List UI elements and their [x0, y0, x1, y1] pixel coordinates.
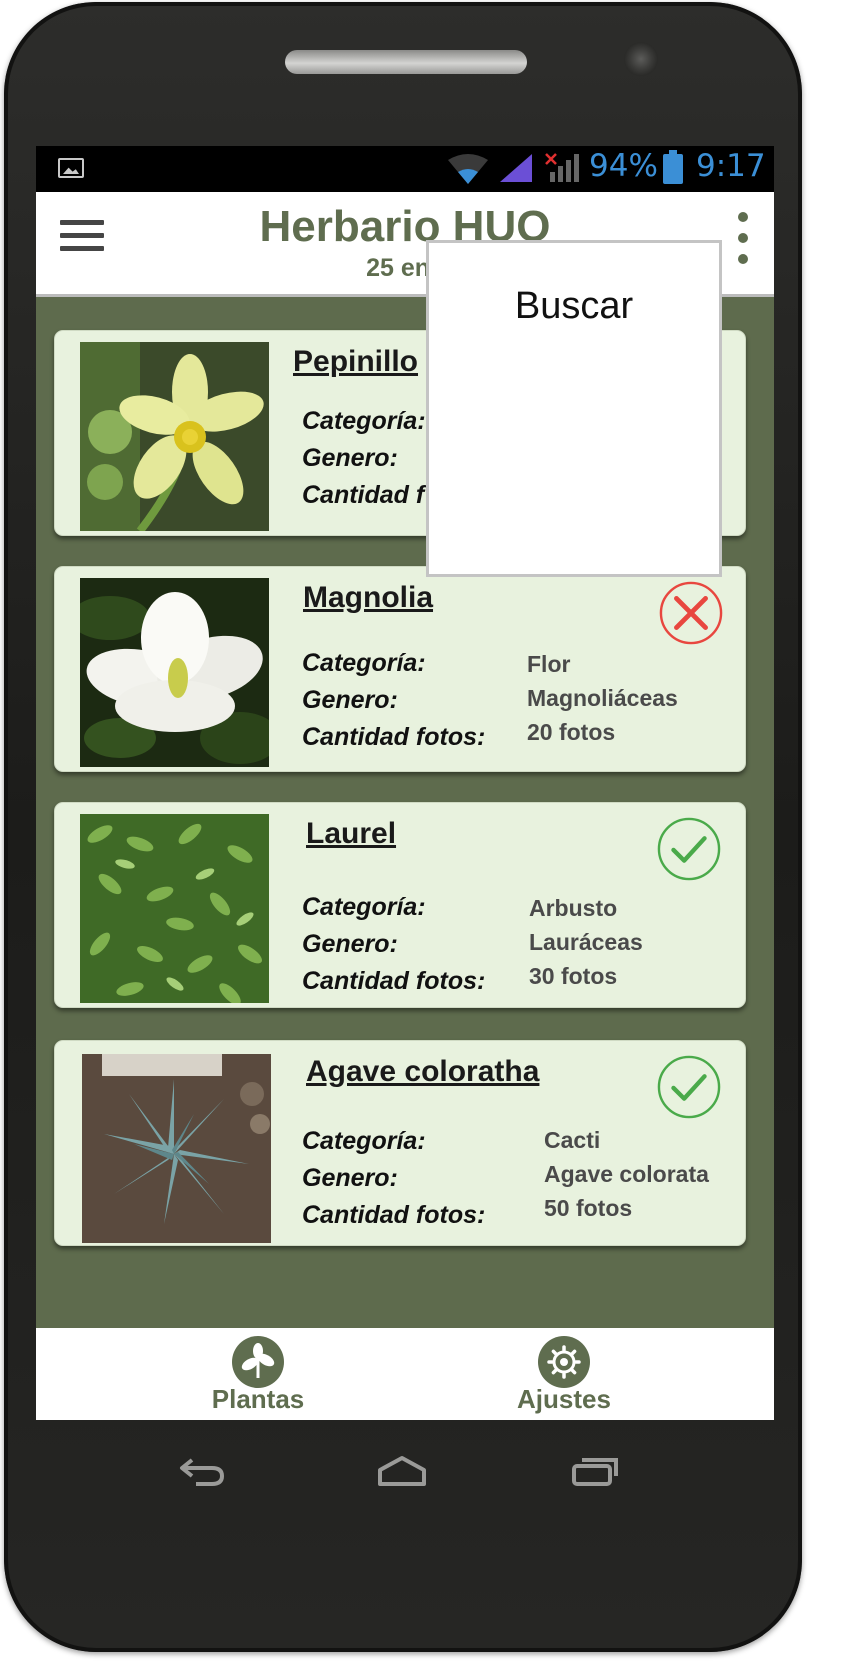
nav-item-plantas[interactable]: Plantas: [178, 1328, 338, 1420]
back-button-icon[interactable]: [178, 1454, 226, 1490]
genus-label: Genero:: [302, 686, 398, 714]
photos-label: Cantidad fotos:: [302, 967, 486, 995]
category-value: Flor: [527, 651, 571, 677]
genus-label: Genero:: [302, 1164, 398, 1192]
category-label: Categoría:: [302, 1127, 426, 1155]
genus-value: Magnoliáceas: [527, 685, 678, 711]
photos-label: Cantidad f: [302, 481, 425, 509]
bottom-navigation: Plantas Ajustes: [36, 1328, 774, 1420]
category-label: Categoría:: [302, 407, 426, 435]
image-notification-icon: [58, 158, 84, 178]
clock: 9:17: [696, 148, 766, 184]
signal-no-service-icon: [545, 153, 579, 182]
genus-label: Genero:: [302, 444, 398, 472]
photos-label: Cantidad fotos:: [302, 723, 486, 751]
recent-apps-icon[interactable]: [570, 1454, 622, 1488]
menu-item-buscar[interactable]: Buscar: [429, 285, 719, 328]
wifi-icon: [448, 154, 488, 184]
photos-value: 50 fotos: [544, 1195, 633, 1221]
genus-value: Lauráceas: [529, 929, 643, 955]
plant-card[interactable]: Magnolia Categoría: Genero: Cantidad fot…: [54, 566, 746, 772]
battery-icon: [663, 150, 683, 184]
plant-photo: [80, 578, 269, 767]
front-camera: [624, 42, 658, 76]
plant-name: Magnolia: [303, 581, 434, 614]
nav-item-ajustes[interactable]: Ajustes: [484, 1328, 644, 1420]
plant-card[interactable]: Agave coloratha Categoría: Genero: Canti…: [54, 1040, 746, 1246]
signal-strength-icon: [500, 154, 532, 182]
x-circle-icon[interactable]: [659, 581, 723, 645]
status-bar: 94% 9:17: [36, 146, 774, 192]
plant-card[interactable]: Laurel Categoría: Genero: Cantidad fotos…: [54, 802, 746, 1008]
genus-label: Genero:: [302, 930, 398, 958]
plant-photo: [82, 1054, 271, 1243]
plant-icon: [232, 1336, 284, 1388]
home-button-icon[interactable]: [374, 1454, 430, 1488]
plant-photo: [80, 342, 269, 531]
photos-value: 30 fotos: [529, 963, 618, 989]
category-label: Categoría:: [302, 649, 426, 677]
plant-photo: [80, 814, 269, 1003]
genus-value: Agave colorata: [544, 1161, 709, 1187]
speaker-grille: [285, 50, 527, 74]
category-label: Categoría:: [302, 893, 426, 921]
plant-name: Pepinillo: [293, 345, 419, 378]
photos-value: 20 fotos: [527, 719, 616, 745]
battery-percent: 94%: [589, 148, 658, 184]
overflow-menu: Buscar: [426, 240, 722, 577]
photos-label: Cantidad fotos:: [302, 1201, 486, 1229]
plant-name: Agave coloratha: [306, 1055, 540, 1088]
category-value: Arbusto: [529, 895, 618, 921]
category-value: Cacti: [544, 1127, 601, 1153]
check-circle-icon[interactable]: [657, 817, 721, 881]
nav-label: Plantas: [211, 1384, 305, 1414]
gear-icon: [538, 1336, 590, 1388]
nav-label: Ajustes: [517, 1384, 611, 1414]
plant-name: Laurel: [306, 817, 397, 850]
check-circle-icon[interactable]: [657, 1055, 721, 1119]
more-vert-icon[interactable]: [736, 212, 750, 268]
